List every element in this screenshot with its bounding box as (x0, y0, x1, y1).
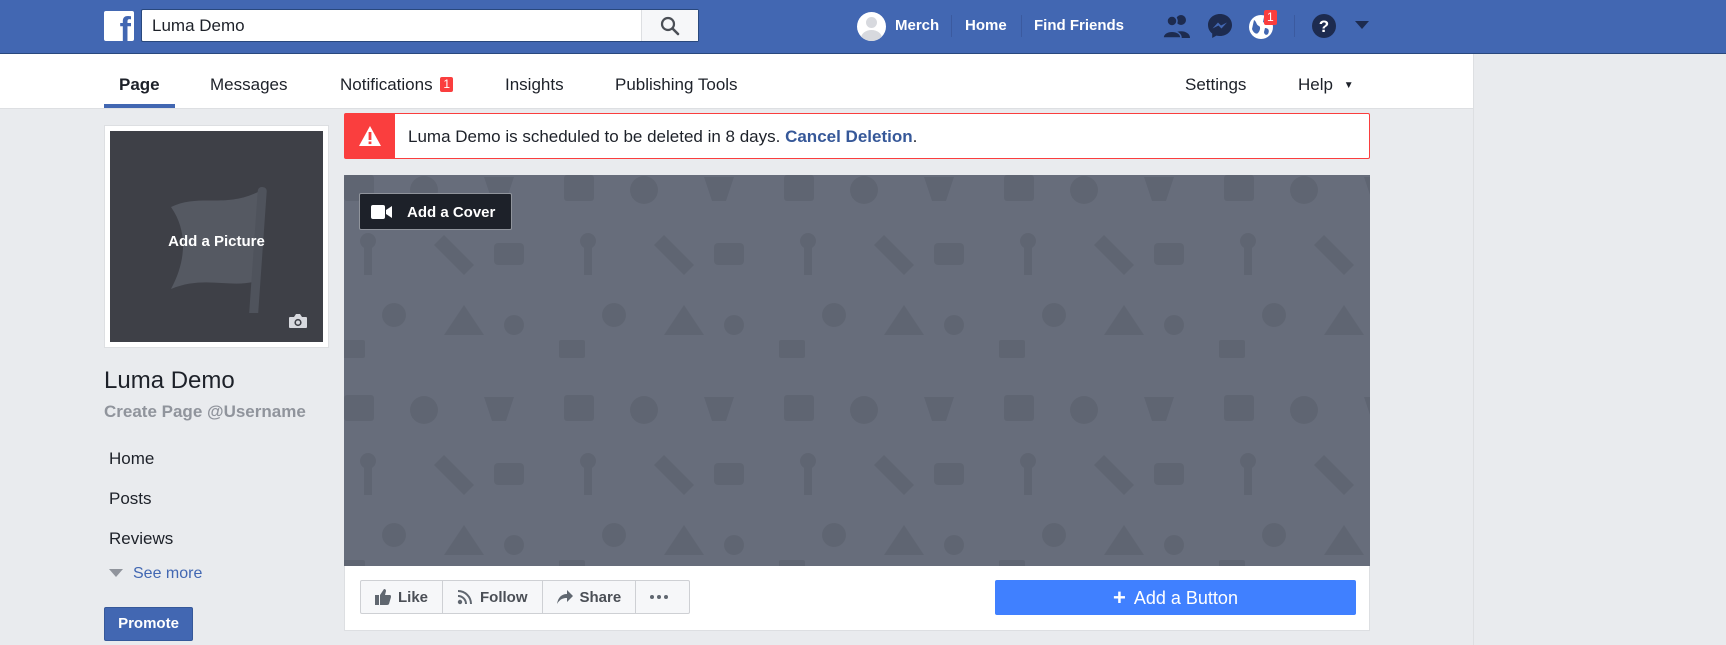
see-more-link[interactable]: See more (109, 565, 202, 583)
tab-settings[interactable]: Settings (1185, 75, 1246, 95)
facebook-logo-icon[interactable]: f (104, 11, 134, 41)
rss-follow-icon (457, 590, 473, 605)
tab-notifications[interactable]: Notifications 1 (340, 75, 454, 95)
friend-requests-icon[interactable] (1162, 12, 1192, 40)
like-button[interactable]: Like (361, 581, 444, 613)
deletion-alert-banner: Luma Demo is scheduled to be deleted in … (344, 113, 1370, 159)
alert-icon-box (345, 114, 395, 158)
add-picture-button[interactable]: Add a Picture (110, 131, 323, 342)
create-username-link[interactable]: Create Page @Username (104, 402, 306, 422)
alert-message: Luma Demo is scheduled to be deleted in … (408, 127, 781, 146)
help-icon[interactable]: ? (1311, 13, 1337, 39)
avatar (857, 11, 886, 41)
profile-name-link[interactable]: Merch (895, 17, 939, 34)
alert-suffix: . (912, 127, 918, 146)
like-label: Like (398, 588, 429, 606)
more-dots-icon (650, 595, 669, 599)
notifications-badge: 1 (1264, 10, 1277, 25)
share-label: Share (579, 588, 622, 606)
account-menu-chevron-down-icon[interactable] (1355, 21, 1369, 31)
cover-pattern-decoration (344, 175, 1370, 566)
svg-text:?: ? (1319, 17, 1329, 36)
notifications-tab-badge: 1 (440, 77, 454, 92)
find-friends-link[interactable]: Find Friends (1034, 17, 1124, 34)
tab-page[interactable]: Page (119, 75, 160, 95)
add-cover-button[interactable]: Add a Cover (359, 193, 512, 230)
tab-help[interactable]: Help ▼ (1298, 75, 1354, 95)
follow-label: Follow (480, 588, 528, 606)
nav-divider (951, 15, 952, 37)
profile-link[interactable] (857, 11, 886, 41)
video-camera-icon (371, 205, 392, 219)
home-link[interactable]: Home (965, 17, 1007, 34)
add-button-label: Add a Button (1133, 588, 1238, 608)
page-tabs-bar: Page Messages Notifications 1 Insights P… (0, 54, 1473, 109)
tab-messages[interactable]: Messages (210, 75, 287, 95)
more-options-button[interactable] (636, 581, 689, 613)
search-bar (141, 9, 699, 42)
tab-publishing-tools[interactable]: Publishing Tools (615, 75, 738, 95)
camera-icon[interactable] (288, 313, 308, 329)
tab-notifications-label: Notifications (340, 75, 433, 94)
profile-picture-frame: Add a Picture (104, 125, 329, 348)
search-icon (660, 16, 680, 36)
cancel-deletion-link[interactable]: Cancel Deletion (785, 127, 913, 146)
tab-help-label: Help (1298, 75, 1333, 94)
sidebar-item-home[interactable]: Home (109, 449, 154, 469)
messenger-icon[interactable] (1207, 13, 1233, 39)
thumbs-up-icon (375, 589, 391, 605)
add-a-button-cta[interactable]: + Add a Button (995, 580, 1356, 615)
content-right-border (1473, 54, 1474, 645)
sidebar-item-reviews[interactable]: Reviews (109, 529, 173, 549)
share-button[interactable]: Share (543, 581, 637, 613)
search-button[interactable] (641, 10, 698, 41)
cover-photo-area[interactable]: Add a Cover (344, 175, 1370, 566)
alert-text: Luma Demo is scheduled to be deleted in … (408, 127, 917, 147)
top-navigation-bar: f Merch Home Find Friends 1 ? (0, 0, 1726, 54)
add-cover-label: Add a Cover (407, 204, 496, 221)
page-actions-bar: Like Follow Share + Add a Button (344, 566, 1370, 631)
action-button-group: Like Follow Share (360, 580, 691, 614)
nav-divider (1021, 15, 1022, 37)
help-dropdown-caret-icon: ▼ (1343, 80, 1354, 91)
search-input[interactable] (142, 10, 632, 41)
follow-button[interactable]: Follow (443, 581, 543, 613)
sidebar-item-posts[interactable]: Posts (109, 489, 152, 509)
promote-button[interactable]: Promote (104, 607, 193, 641)
add-picture-label: Add a Picture (168, 233, 265, 250)
page-title: Luma Demo (104, 367, 235, 394)
share-arrow-icon (556, 590, 573, 604)
nav-divider (1294, 15, 1295, 37)
plus-icon: + (1113, 585, 1126, 610)
active-tab-indicator (104, 104, 175, 108)
tab-insights[interactable]: Insights (505, 75, 564, 95)
see-more-label: See more (133, 565, 203, 582)
warning-icon (359, 126, 381, 146)
chevron-down-icon (109, 568, 123, 577)
